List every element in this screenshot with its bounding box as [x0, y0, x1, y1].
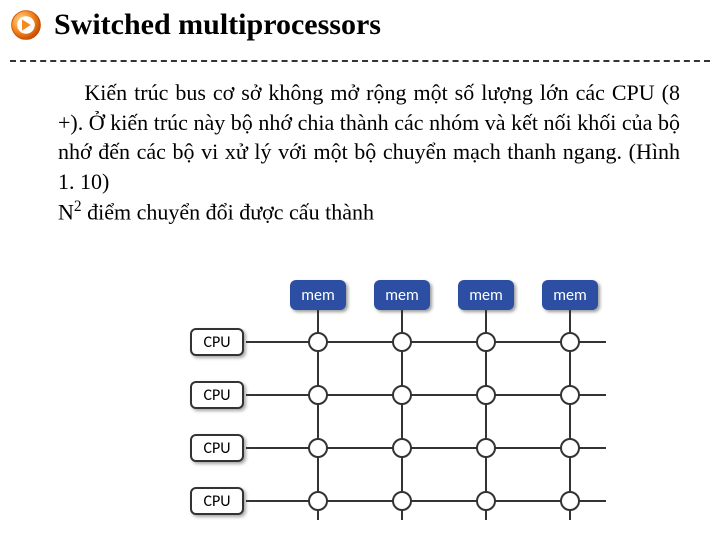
mem-box: mem [290, 280, 346, 310]
cpu-box: CPU [190, 381, 244, 409]
cpu-box: CPU [190, 328, 244, 356]
mem-row: mem mem mem mem [290, 280, 598, 310]
cpu-box: CPU [190, 434, 244, 462]
crossbar-diagram: mem mem mem mem CPU CPU CPU CPU [190, 280, 610, 530]
title-divider [10, 60, 710, 62]
arrow-bullet-icon [10, 9, 42, 41]
body-p2-sup: 2 [74, 198, 82, 215]
body-p1: Kiến trúc bus cơ sở không mở rộng một số… [58, 80, 680, 194]
cpu-box: CPU [190, 487, 244, 515]
mem-box: mem [542, 280, 598, 310]
body-p2-pre: N [58, 199, 74, 224]
mem-box: mem [458, 280, 514, 310]
cpu-col: CPU CPU CPU CPU [190, 328, 244, 515]
body-p2-post: điểm chuyển đổi được cấu thành [82, 199, 374, 224]
crossbar-grid [246, 310, 606, 520]
slide-title: Switched multiprocessors [54, 8, 381, 42]
slide-header: Switched multiprocessors [0, 0, 720, 46]
body-text: Kiến trúc bus cơ sở không mở rộng một số… [58, 78, 680, 227]
mem-box: mem [374, 280, 430, 310]
